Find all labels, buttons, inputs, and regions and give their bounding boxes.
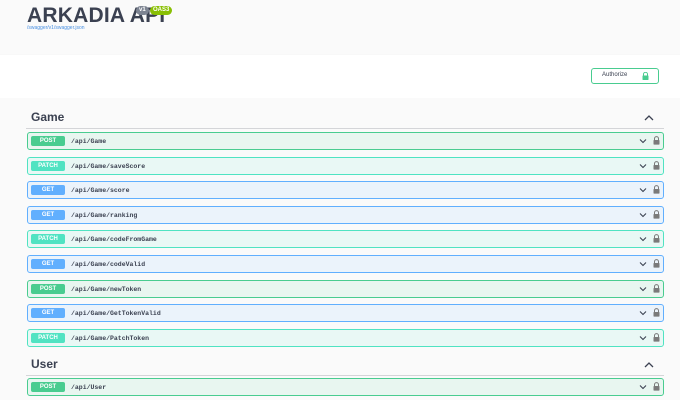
lock-icon[interactable] (653, 161, 660, 170)
info-header: ARKADIA API v1 OAS3 /swagger/v1/swagger.… (0, 0, 680, 55)
operation-path: /api/Game/score (71, 187, 130, 194)
operation-block[interactable]: PATCH/api/Game/codeFromGame (27, 230, 664, 248)
lock-icon[interactable] (653, 333, 660, 342)
chevron-down-icon[interactable] (639, 310, 647, 316)
operation-block[interactable]: POST/api/User (27, 378, 664, 396)
spec-version-badge: OAS3 (150, 6, 173, 15)
method-badge-get: GET (31, 308, 65, 318)
method-badge-get: GET (31, 259, 65, 269)
method-badge-post: POST (31, 136, 65, 146)
operation-block[interactable]: POST/api/Game (27, 132, 664, 150)
method-badge-patch: PATCH (31, 161, 65, 171)
lock-icon[interactable] (653, 210, 660, 219)
operation-block[interactable]: GET/api/Game/ranking (27, 206, 664, 224)
lock-icon[interactable] (653, 136, 660, 145)
operation-path: /api/User (71, 384, 107, 391)
chevron-down-icon[interactable] (639, 335, 647, 341)
chevron-down-icon[interactable] (639, 187, 647, 193)
operation-block[interactable]: GET/api/Game/codeValid (27, 255, 664, 273)
lock-icon[interactable] (653, 234, 660, 243)
operation-block[interactable]: PATCH/api/Game/saveScore (27, 157, 664, 175)
method-badge-patch: PATCH (31, 234, 65, 244)
operation-path: /api/Game/newToken (71, 286, 142, 293)
operation-path: /api/Game (71, 138, 107, 145)
method-badge-post: POST (31, 284, 65, 294)
operation-path: /api/Game/codeFromGame (71, 236, 157, 243)
lock-icon[interactable] (653, 382, 660, 391)
lock-icon[interactable] (653, 284, 660, 293)
authorize-label: Authorize (602, 72, 628, 78)
chevron-up-icon[interactable] (644, 114, 654, 121)
method-badge-patch: PATCH (31, 333, 65, 343)
lock-icon[interactable] (653, 185, 660, 194)
chevron-down-icon[interactable] (639, 236, 647, 242)
lock-icon (642, 72, 649, 80)
chevron-down-icon[interactable] (639, 163, 647, 169)
lock-icon[interactable] (653, 259, 660, 268)
chevron-down-icon[interactable] (639, 212, 647, 218)
tag-name: Game (31, 110, 65, 124)
operation-block[interactable]: PATCH/api/Game/PatchToken (27, 329, 664, 347)
tag-name: User (31, 357, 58, 371)
spec-url-link[interactable]: /swagger/v1/swagger.json (27, 25, 85, 31)
tag-section-user[interactable]: User (26, 355, 664, 376)
tag-section-game[interactable]: Game (26, 108, 664, 129)
operation-path: /api/Game/codeValid (71, 261, 146, 268)
method-badge-get: GET (31, 210, 65, 220)
operation-block[interactable]: POST/api/Game/newToken (27, 280, 664, 298)
chevron-down-icon[interactable] (639, 138, 647, 144)
operation-block[interactable]: GET/api/Game/score (27, 181, 664, 199)
operation-path: /api/Game/PatchToken (71, 335, 150, 342)
operation-block[interactable]: GET/api/Game/GetTokenValid (27, 304, 664, 322)
authorize-button[interactable]: Authorize (591, 68, 659, 84)
operation-path: /api/Game/saveScore (71, 163, 146, 170)
method-badge-get: GET (31, 185, 65, 195)
chevron-down-icon[interactable] (639, 384, 647, 390)
lock-icon[interactable] (653, 308, 660, 317)
scheme-container (0, 55, 680, 98)
method-badge-post: POST (31, 382, 65, 392)
operation-path: /api/Game/ranking (71, 212, 138, 219)
chevron-down-icon[interactable] (639, 261, 647, 267)
chevron-down-icon[interactable] (639, 286, 647, 292)
version-badge: v1 (136, 6, 149, 15)
chevron-up-icon[interactable] (644, 361, 654, 368)
operation-path: /api/Game/GetTokenValid (71, 310, 161, 317)
